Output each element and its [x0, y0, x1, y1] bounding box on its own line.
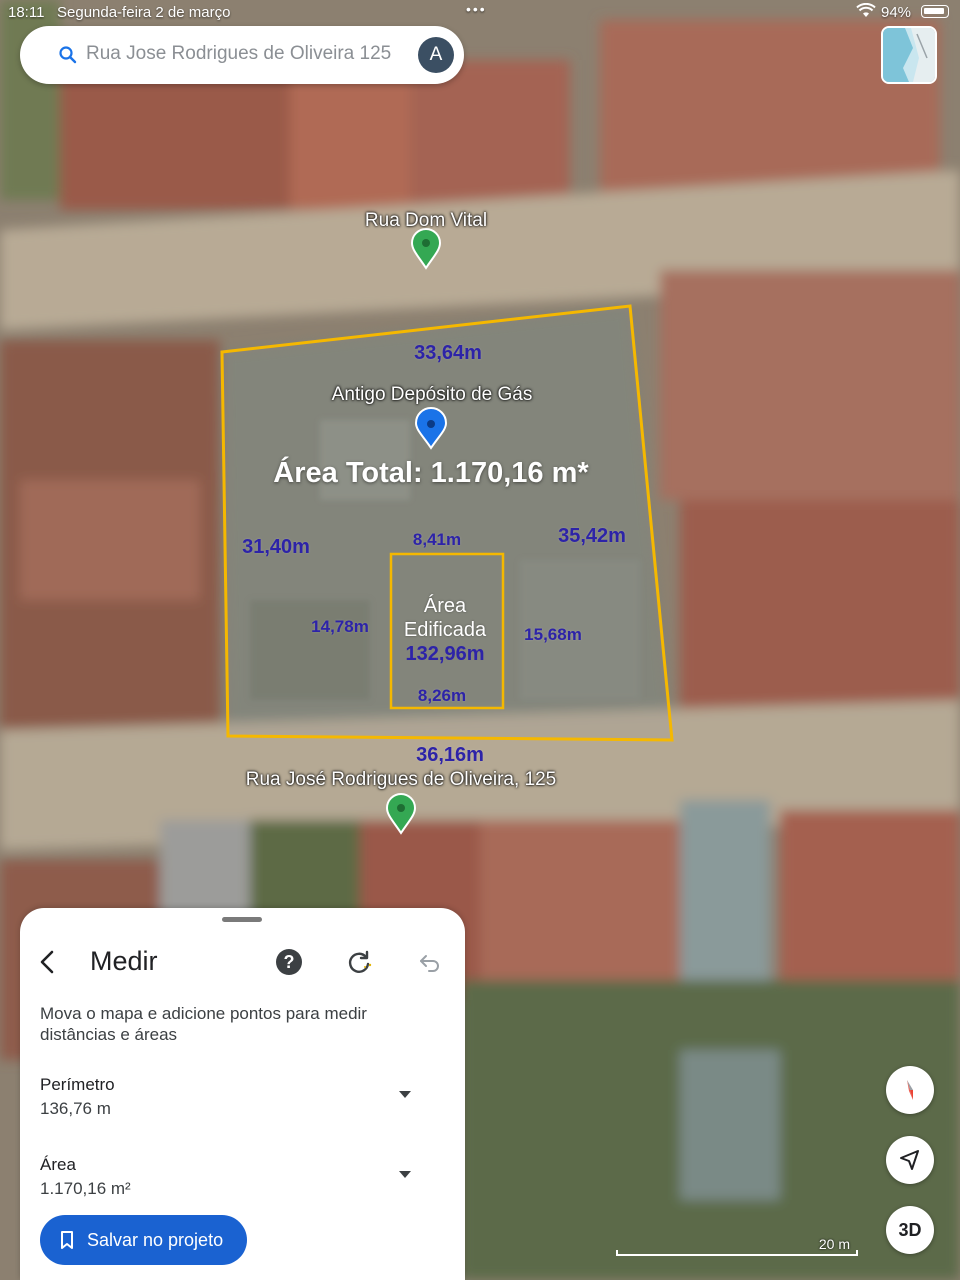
map-layers-button[interactable]: [881, 26, 937, 84]
perimeter-value: 136,76 m: [40, 1099, 111, 1118]
drag-handle[interactable]: [222, 917, 262, 922]
status-date: Segunda-feira 2 de março: [57, 4, 231, 21]
side-measure-bottom: 36,16m: [416, 744, 484, 766]
search-bar[interactable]: Rua Jose Rodrigues de Oliveira 125 A: [20, 26, 464, 84]
battery-percent: 94%: [881, 4, 912, 21]
back-arrow-icon[interactable]: [36, 948, 60, 976]
side-measure-right: 35,42m: [558, 525, 626, 547]
area-dropdown-icon[interactable]: [399, 1171, 411, 1178]
side-measure-left: 31,40m: [242, 536, 310, 558]
panel-description: Mova o mapa e adicione pontos para medir…: [40, 1004, 367, 1044]
built-area-value: 132,96m: [405, 643, 485, 665]
compass-button[interactable]: [886, 1066, 934, 1114]
built-area-title: Área Edificada: [404, 594, 486, 642]
built-measure-right: 15,68m: [524, 625, 582, 644]
my-location-icon: [900, 1150, 919, 1170]
built-measure-top: 8,41m: [412, 530, 462, 549]
undo-icon[interactable]: [418, 951, 442, 975]
perimeter-dropdown-icon[interactable]: [399, 1091, 411, 1098]
avatar[interactable]: A: [418, 37, 454, 73]
status-bar: 18:11 Segunda-feira 2 de março ••• 94%: [0, 0, 960, 26]
my-location-button[interactable]: [886, 1136, 934, 1184]
search-input[interactable]: Rua Jose Rodrigues de Oliveira 125: [86, 43, 406, 65]
built-measure-bottom: 8,26m: [417, 686, 467, 705]
multitasking-dots-icon[interactable]: •••: [466, 1, 487, 17]
help-icon[interactable]: ?: [276, 949, 302, 975]
clear-points-icon[interactable]: [346, 949, 372, 975]
map-thumbnail-icon: [883, 28, 935, 82]
built-area-title-line2: Edificada: [403, 619, 487, 641]
search-icon[interactable]: [58, 45, 78, 65]
area-label: Área: [40, 1155, 76, 1174]
perimeter-label: Perímetro: [40, 1075, 115, 1094]
save-to-project-button[interactable]: Salvar no projeto: [40, 1215, 247, 1265]
panel-title: Medir: [90, 946, 158, 976]
scale-label: 20 m: [818, 1236, 850, 1252]
street-label-bottom: Rua José Rodrigues de Oliveira, 125: [245, 769, 557, 790]
3d-toggle-button[interactable]: 3D: [886, 1206, 934, 1254]
battery-icon: [921, 5, 949, 18]
status-time: 18:11: [8, 4, 45, 21]
wifi-icon: [856, 3, 876, 17]
compass-icon: [907, 1080, 913, 1100]
place-label[interactable]: Antigo Depósito de Gás: [332, 384, 533, 406]
area-value: 1.170,16 m²: [40, 1179, 131, 1198]
save-button-label: Salvar no projeto: [87, 1230, 224, 1250]
side-measure-top: 33,64m: [414, 342, 482, 364]
built-area-title-line1: Área: [423, 595, 467, 617]
total-area-label: Área Total: 1.170,16 m*: [273, 457, 589, 489]
built-measure-left: 14,78m: [311, 617, 369, 636]
street-label-top: Rua Dom Vital: [364, 210, 488, 231]
measure-panel[interactable]: Medir ? Mova o mapa e adicione pontos pa…: [20, 908, 465, 1280]
lot-outline: [220, 304, 674, 742]
map-scale: 20 m: [616, 1236, 860, 1258]
bookmark-icon: [61, 1231, 73, 1249]
